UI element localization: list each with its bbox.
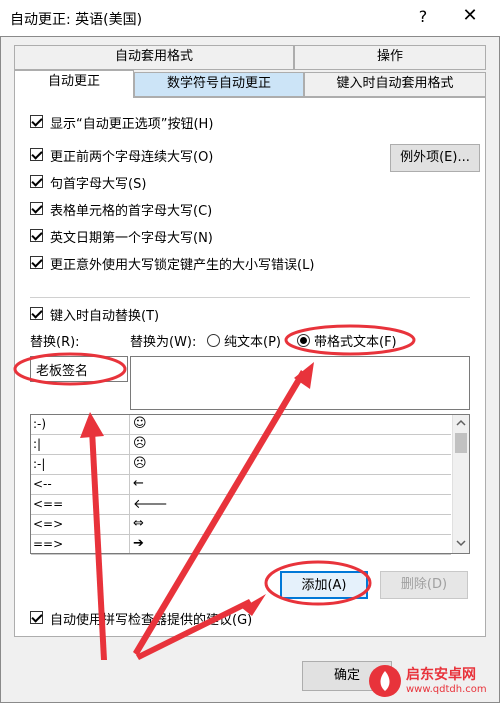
annotation-overlay [13,324,416,660]
tab-autocorrect-label: 自动更正 [47,74,100,89]
arrow-shaft-formatted [133,370,306,656]
watermark-logo-icon [369,665,401,697]
circle-formatted-text [284,324,416,356]
circle-replace-input [13,352,127,386]
arrow-shaft-replace [89,430,107,660]
arrow-head-replace [80,412,104,438]
watermark: 启东安卓网 www.qdtdh.com [368,662,498,702]
circle-add-button [264,560,372,606]
watermark-url: www.qdtdh.com [406,684,487,695]
tab-autocorrect[interactable]: 自动更正 [14,70,134,98]
watermark-name: 启东安卓网 [406,667,476,683]
